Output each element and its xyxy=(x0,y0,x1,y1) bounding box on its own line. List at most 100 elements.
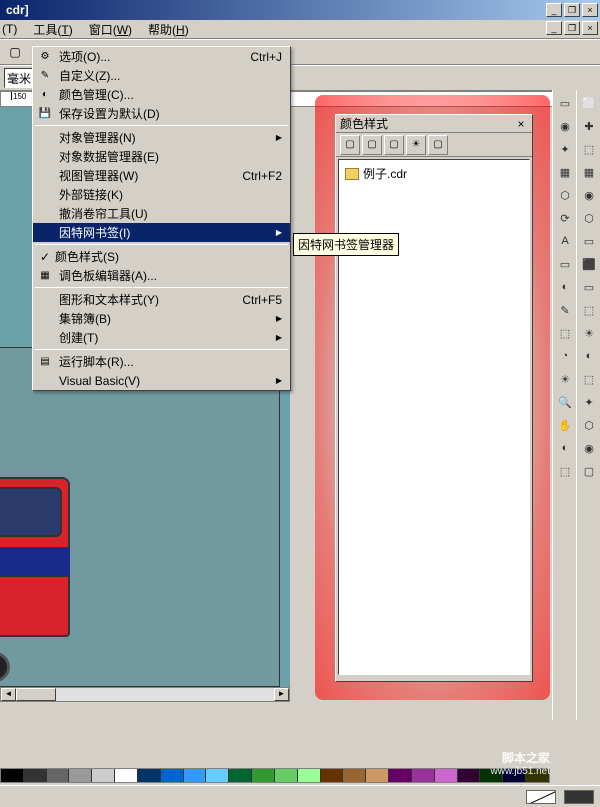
color-swatch[interactable] xyxy=(412,769,435,782)
menu-visual-basic[interactable]: Visual Basic(V)▶ xyxy=(33,371,290,390)
color-swatch[interactable] xyxy=(435,769,458,782)
tool-button[interactable]: ☀ xyxy=(554,368,576,390)
color-swatch[interactable] xyxy=(229,769,252,782)
menu-internet-bookmarks[interactable]: 因特网书签(I)▶ xyxy=(33,223,290,242)
tool-button[interactable]: ▭ xyxy=(554,92,576,114)
tool-button[interactable]: ⬚ xyxy=(578,299,600,321)
menu-customize[interactable]: ✎自定义(Z)... xyxy=(33,66,290,85)
menu-run-script[interactable]: ▤运行脚本(R)... xyxy=(33,352,290,371)
color-swatch[interactable] xyxy=(206,769,229,782)
menu-external-links[interactable]: 外部链接(K) xyxy=(33,185,290,204)
panel-titlebar[interactable]: 颜色样式 × xyxy=(336,115,532,133)
toolbar-button[interactable]: ▢ xyxy=(4,41,26,63)
color-swatch[interactable] xyxy=(184,769,207,782)
tool-button[interactable]: ⬚ xyxy=(554,460,576,482)
tool-button[interactable]: ▭ xyxy=(578,276,600,298)
color-swatch[interactable] xyxy=(69,769,92,782)
tool-button[interactable]: ◐ xyxy=(554,276,576,298)
horizontal-scrollbar[interactable]: ◄ ► xyxy=(0,687,290,702)
color-swatch[interactable] xyxy=(321,769,344,782)
tool-button[interactable]: ⬜ xyxy=(578,92,600,114)
tool-button[interactable]: ▦ xyxy=(554,161,576,183)
titlebar: cdr] _ ❐ × xyxy=(0,0,600,20)
tool-button[interactable]: ⬚ xyxy=(578,138,600,160)
outline-swatch[interactable] xyxy=(564,790,594,804)
menu-object-data-manager[interactable]: 对象数据管理器(E) xyxy=(33,147,290,166)
tool-button[interactable]: ✦ xyxy=(578,391,600,413)
menu-object-manager[interactable]: 对象管理器(N)▶ xyxy=(33,128,290,147)
color-swatch[interactable] xyxy=(115,769,138,782)
color-swatch[interactable] xyxy=(92,769,115,782)
color-swatch[interactable] xyxy=(389,769,412,782)
mdi-minimize-button[interactable]: _ xyxy=(546,21,562,35)
menu-options[interactable]: ⚙选项(O)...Ctrl+J xyxy=(33,47,290,66)
tool-button[interactable]: ▢ xyxy=(578,460,600,482)
color-swatch[interactable] xyxy=(366,769,389,782)
color-swatch[interactable] xyxy=(138,769,161,782)
color-swatch[interactable] xyxy=(252,769,275,782)
tool-button[interactable]: ⬡ xyxy=(578,207,600,229)
panel-button-5[interactable]: ▢ xyxy=(428,135,448,155)
tool-button[interactable]: ✦ xyxy=(554,138,576,160)
mdi-restore-button[interactable]: ❐ xyxy=(564,21,580,35)
tool-button[interactable]: ◐ xyxy=(578,345,600,367)
panel-button-4[interactable]: ☀ xyxy=(406,135,426,155)
menu-color-styles[interactable]: ✓颜色样式(S) xyxy=(33,247,290,266)
color-palette xyxy=(0,768,550,783)
tool-button[interactable]: ✎ xyxy=(554,299,576,321)
tool-button[interactable]: ◔ xyxy=(554,345,576,367)
color-swatch[interactable] xyxy=(298,769,321,782)
panel-title: 颜色样式 xyxy=(340,115,514,132)
tool-button[interactable]: ▦ xyxy=(578,161,600,183)
tool-button[interactable]: ◉ xyxy=(554,115,576,137)
tool-button[interactable]: ⟳ xyxy=(554,207,576,229)
close-button[interactable]: × xyxy=(582,3,598,17)
color-swatch[interactable] xyxy=(47,769,70,782)
panel-button-3[interactable]: ▢ xyxy=(384,135,404,155)
tool-button[interactable]: ⬚ xyxy=(554,322,576,344)
tool-button[interactable]: ⬡ xyxy=(554,184,576,206)
tool-button[interactable]: ▭ xyxy=(554,253,576,275)
color-swatch[interactable] xyxy=(161,769,184,782)
scroll-right-button[interactable]: ► xyxy=(274,688,289,701)
restore-button[interactable]: ❐ xyxy=(564,3,580,17)
menu-color-management[interactable]: ◐颜色管理(C)... xyxy=(33,85,290,104)
mdi-close-button[interactable]: × xyxy=(582,21,598,35)
menu-save-defaults[interactable]: 💾保存设置为默认(D) xyxy=(33,104,290,123)
color-swatch[interactable] xyxy=(343,769,366,782)
ruler-mark: 150 xyxy=(11,92,26,100)
panel-button-2[interactable]: ▢ xyxy=(362,135,382,155)
scroll-thumb[interactable] xyxy=(16,688,56,701)
panel-close-button[interactable]: × xyxy=(514,117,528,131)
tool-button[interactable]: 🔍 xyxy=(554,391,576,413)
panel-button-1[interactable]: ▢ xyxy=(340,135,360,155)
color-swatch[interactable] xyxy=(24,769,47,782)
menu-graphic-text-styles[interactable]: 图形和文本样式(Y)Ctrl+F5 xyxy=(33,290,290,309)
tool-button[interactable]: A xyxy=(554,230,576,252)
menu-view-manager[interactable]: 视图管理器(W)Ctrl+F2 xyxy=(33,166,290,185)
minimize-button[interactable]: _ xyxy=(546,3,562,17)
color-swatch[interactable] xyxy=(1,769,24,782)
menu-palette-editor[interactable]: ▦调色板编辑器(A)... xyxy=(33,266,290,285)
tool-button[interactable]: ◐ xyxy=(554,437,576,459)
scroll-left-button[interactable]: ◄ xyxy=(1,688,16,701)
menu-window[interactable]: 窗口(W) xyxy=(81,19,140,40)
tool-button[interactable]: ▭ xyxy=(578,230,600,252)
fill-swatch[interactable] xyxy=(526,790,556,804)
tool-button[interactable]: ⬛ xyxy=(578,253,600,275)
tree-item-file[interactable]: 例子.cdr xyxy=(343,164,525,183)
tool-button[interactable]: ✋ xyxy=(554,414,576,436)
color-swatch[interactable] xyxy=(275,769,298,782)
color-swatch[interactable] xyxy=(458,769,481,782)
tool-button[interactable]: ◉ xyxy=(578,184,600,206)
menu-scrapbook[interactable]: 集锦簿(B)▶ xyxy=(33,309,290,328)
tool-button[interactable]: ⬡ xyxy=(578,414,600,436)
tool-button[interactable]: ✚ xyxy=(578,115,600,137)
tool-button[interactable]: ◉ xyxy=(578,437,600,459)
tool-button[interactable]: ☀ xyxy=(578,322,600,344)
menu-help[interactable]: 帮助(H) xyxy=(140,19,197,40)
menu-undo-rollup[interactable]: 撤消卷帘工具(U) xyxy=(33,204,290,223)
menu-tools[interactable]: 工具(T) xyxy=(25,19,80,40)
menu-create[interactable]: 创建(T)▶ xyxy=(33,328,290,347)
tool-button[interactable]: ⬚ xyxy=(578,368,600,390)
